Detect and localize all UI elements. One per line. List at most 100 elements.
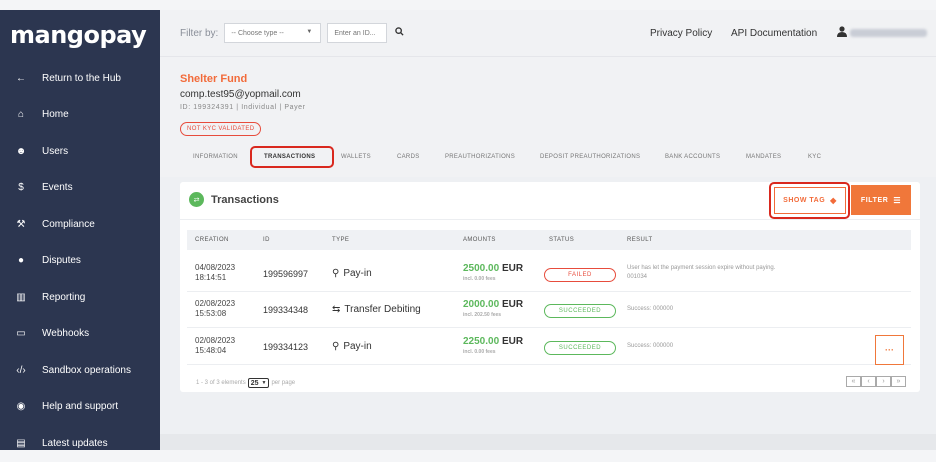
- footer-strip: [160, 434, 936, 450]
- status-cell: SUCCEEDED: [544, 341, 616, 355]
- chevron-down-icon: ▼: [306, 29, 313, 35]
- sidebar-item-return-to-the-hub[interactable]: ← Return to the Hub: [0, 60, 160, 97]
- transaction-id[interactable]: 199596997: [263, 269, 308, 279]
- amount-cell: 2500.00 EUR incl. 0.00 fees: [463, 263, 523, 282]
- sidebar-item-label: Help and support: [42, 401, 119, 413]
- transaction-id[interactable]: 199334348: [263, 305, 308, 315]
- sidebar-item-label: Disputes: [42, 255, 81, 267]
- sidebar-item-compliance[interactable]: ⚒ Compliance: [0, 206, 160, 243]
- table-row[interactable]: 02/08/2023 15:48:04 199334123 ⚲ Pay-in 2250.0…: [187, 331, 911, 365]
- sidebar-item-label: Compliance: [42, 218, 95, 230]
- table-header: CREATION ID TYPE AMOUNTS STATUS RESULT: [187, 230, 911, 250]
- sidebar-item-events[interactable]: $ Events: [0, 170, 160, 207]
- transaction-id[interactable]: 199334123: [263, 342, 308, 352]
- payin-icon: ⚲: [332, 341, 340, 352]
- alert-icon: ●: [17, 255, 25, 267]
- sidebar-item-webhooks[interactable]: ▭ Webhooks: [0, 316, 160, 353]
- card-title: Transactions: [211, 194, 279, 206]
- amount-value: 2500.00: [463, 263, 500, 274]
- creation-cell: 04/08/2023 18:14:51: [195, 263, 235, 283]
- next-page-button[interactable]: ›: [876, 376, 891, 387]
- first-page-button[interactable]: «: [846, 376, 861, 387]
- result-message: Success: 000000: [627, 343, 674, 349]
- row-actions-button[interactable]: ···: [875, 335, 904, 365]
- sidebar-item-disputes[interactable]: ● Disputes: [0, 243, 160, 280]
- logo: mangopay: [10, 21, 147, 49]
- topbar: Filter by: -- Choose type -- ▼ Privacy P…: [160, 10, 936, 57]
- tab-mandates[interactable]: MANDATES: [746, 154, 781, 160]
- tag-icon: ◆: [830, 196, 837, 205]
- col-type: TYPE: [332, 237, 350, 243]
- sidebar-item-sandbox-operations[interactable]: ‹/› Sandbox operations: [0, 352, 160, 389]
- status-cell: SUCCEEDED: [544, 304, 616, 318]
- user-meta: ID: 199324391 | Individual | Payer: [180, 104, 306, 111]
- user-name-redacted[interactable]: [850, 29, 927, 37]
- sidebar-item-latest-updates[interactable]: ▤ Latest updates: [0, 425, 160, 462]
- dollar-icon: $: [18, 182, 24, 194]
- sidebar-item-label: Users: [42, 145, 69, 157]
- sliders-icon: ☰: [893, 195, 902, 205]
- user-email: comp.test95@yopmail.com: [180, 89, 301, 100]
- tab-deposit-preauthorizations[interactable]: DEPOSIT PREAUTHORIZATIONS: [540, 154, 640, 160]
- filter-button[interactable]: FILTER ☰: [851, 185, 911, 215]
- tab-wallets[interactable]: WALLETS: [341, 154, 371, 160]
- table-row[interactable]: 04/08/2023 18:14:51 199596997 ⚲ Pay-in 2500.0…: [187, 258, 911, 292]
- tab-transactions[interactable]: TRANSACTIONS: [264, 154, 315, 160]
- amount-cell: 2250.00 EUR incl. 0.00 fees: [463, 336, 523, 355]
- sidebar-item-label: Sandbox operations: [42, 364, 131, 376]
- sidebar-item-users[interactable]: ☻ Users: [0, 133, 160, 170]
- amount-value: 2250.00: [463, 336, 500, 347]
- status-badge: SUCCEEDED: [544, 341, 616, 355]
- type-cell: ⇆ Transfer Debiting: [332, 304, 421, 315]
- lifebuoy-icon: ◉: [16, 401, 26, 413]
- search-icon[interactable]: [395, 27, 404, 39]
- result-message: Success: 000000: [627, 306, 674, 312]
- sidebar-item-home[interactable]: ⌂ Home: [0, 97, 160, 134]
- result-message: User has let the payment session expire …: [627, 265, 776, 271]
- creation-date: 04/08/2023: [195, 263, 236, 272]
- transfer-icon: ⇆: [332, 304, 341, 315]
- tab-preauthorizations[interactable]: PREAUTHORIZATIONS: [445, 154, 515, 160]
- id-search-input[interactable]: [327, 23, 388, 43]
- payin-icon: ⚲: [332, 268, 340, 279]
- code-icon: ‹/›: [16, 364, 26, 376]
- filter-label: FILTER: [860, 196, 889, 204]
- tab-kyc[interactable]: KYC: [808, 154, 821, 160]
- news-icon: ▤: [16, 437, 26, 449]
- type-select[interactable]: -- Choose type -- ▼: [224, 23, 322, 43]
- pagination-info: 1 - 3 of 3 elements 25 ▼ per page: [196, 378, 295, 388]
- tab-cards[interactable]: CARDS: [397, 154, 420, 160]
- col-result: RESULT: [627, 237, 653, 243]
- transfer-arrows-icon: ⇄: [189, 192, 204, 207]
- user-icon[interactable]: [837, 26, 847, 40]
- sidebar-item-label: Latest updates: [42, 437, 108, 449]
- pagination-count: 1 - 3 of 3 elements: [196, 380, 246, 386]
- sidebar-item-help-and-support[interactable]: ◉ Help and support: [0, 389, 160, 426]
- table-row[interactable]: 02/08/2023 15:53:08 199334348 ⇆ Transfer Deb…: [187, 294, 911, 328]
- page-size-select[interactable]: 25 ▼: [247, 378, 270, 388]
- prev-page-button[interactable]: ‹: [861, 376, 876, 387]
- result-code: 001034: [627, 274, 648, 280]
- divider: [180, 219, 920, 220]
- page-size-value: 25: [250, 379, 259, 387]
- tab-bank-accounts[interactable]: BANK ACCOUNTS: [665, 154, 720, 160]
- status-badge: SUCCEEDED: [544, 304, 616, 318]
- sidebar-item-reporting[interactable]: ▥ Reporting: [0, 279, 160, 316]
- result-cell: User has let the payment session expire …: [627, 264, 775, 282]
- col-creation: CREATION: [195, 237, 229, 243]
- show-tag-label: SHOW TAG: [783, 197, 826, 204]
- result-cell: Success: 000000: [627, 305, 673, 314]
- tab-information[interactable]: INFORMATION: [193, 154, 238, 160]
- api-documentation-link[interactable]: API Documentation: [731, 28, 817, 39]
- app-frame: mangopay ← Return to the Hub ⌂ Home ☻ Users $ E…: [0, 10, 936, 450]
- status-badge: FAILED: [544, 268, 616, 282]
- type-cell: ⚲ Pay-in: [332, 341, 372, 352]
- users-icon: ☻: [15, 145, 27, 157]
- status-cell: FAILED: [544, 268, 616, 282]
- privacy-policy-link[interactable]: Privacy Policy: [650, 28, 712, 39]
- sidebar-item-label: Events: [42, 182, 73, 194]
- fund-name: Shelter Fund: [180, 73, 248, 85]
- amount-cell: 2000.00 EUR incl. 202.50 fees: [463, 299, 523, 318]
- last-page-button[interactable]: »: [891, 376, 906, 387]
- show-tag-button[interactable]: SHOW TAG ◆: [774, 187, 846, 214]
